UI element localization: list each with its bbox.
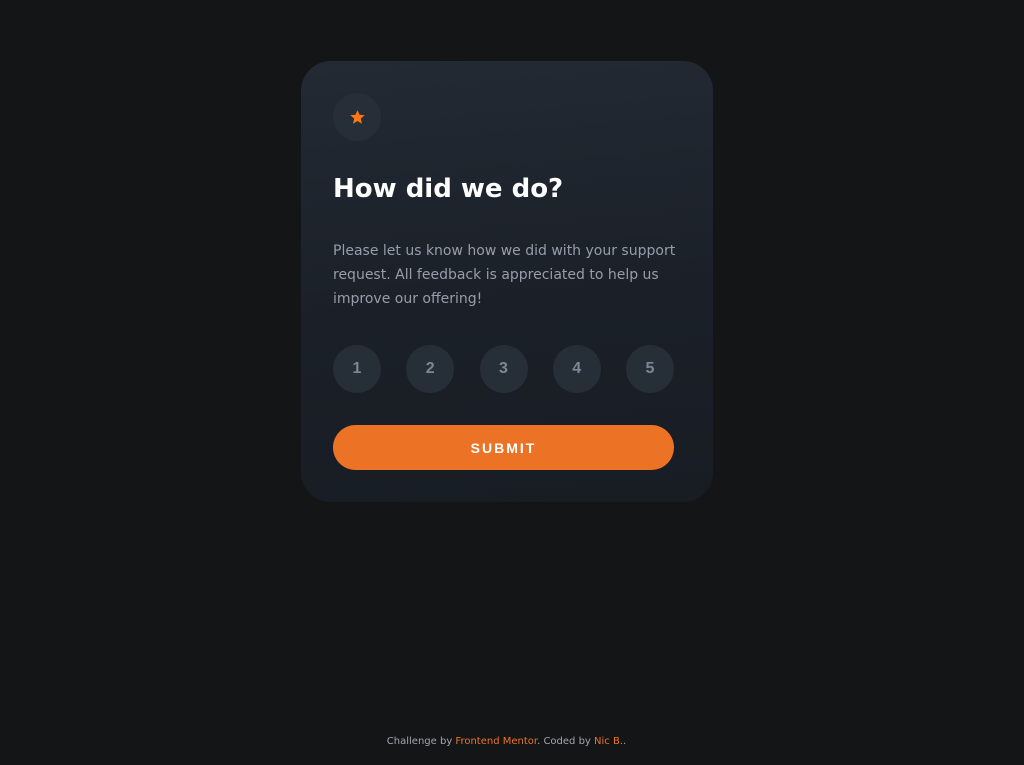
card-description: Please let us know how we did with your … [333,243,676,307]
star-icon [349,109,365,124]
attribution-middle: . Coded by [537,736,595,747]
attribution-prefix: Challenge by [386,736,456,747]
rating-button-3[interactable]: 3 [479,345,528,393]
rating-card: How did we do? Please let us know how we… [301,61,713,502]
submit-button[interactable]: SUBMIT [333,425,674,470]
rating-button-1[interactable]: 1 [333,345,381,393]
rating-button-5[interactable]: 5 [626,345,674,393]
attribution: Challenge by Frontend Mentor. Coded by N… [0,734,1013,750]
frontend-mentor-link[interactable]: Frontend Mentor [455,736,537,747]
rating-button-2[interactable]: 2 [406,345,455,393]
rating-options: 1 2 3 4 5 [333,345,674,393]
attribution-suffix: . [623,736,627,747]
rating-button-4[interactable]: 4 [552,345,601,393]
author-link[interactable]: Nic B. [594,736,623,747]
card-title: How did we do? [333,174,564,204]
star-icon-container [333,93,381,141]
